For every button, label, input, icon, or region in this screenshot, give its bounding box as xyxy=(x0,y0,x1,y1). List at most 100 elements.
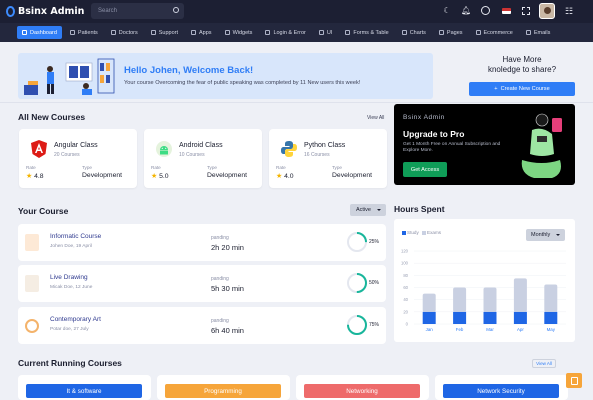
rate-value: ★ 4.8 xyxy=(26,173,44,180)
settings-icon[interactable]: ☷ xyxy=(564,6,574,16)
hours-spent-card: Study Exams Monthly 0 20 40 60 80 100 120 Jan Fe… xyxy=(394,219,575,342)
rate-value: ★ 5.0 xyxy=(151,173,169,180)
doctors-icon xyxy=(110,30,116,35)
bar-exams[interactable] xyxy=(544,284,558,312)
course-card[interactable]: Angular Class 20 Courses Rate ★ 4.8 Type … xyxy=(19,129,137,188)
rate-value: ★ 4.0 xyxy=(276,173,294,180)
bar-study[interactable] xyxy=(453,311,467,324)
search-placeholder: Search xyxy=(98,8,118,14)
y-tick-label: 80 xyxy=(403,273,408,278)
nav-apps[interactable]: Apps xyxy=(186,26,217,39)
course-card[interactable]: Android Class 10 Courses Rate ★ 5.0 Type … xyxy=(144,129,262,188)
welcome-banner: Hello Johen, Welcome Back! Your course O… xyxy=(18,53,433,99)
status-filter-dropdown[interactable]: Active xyxy=(350,204,386,216)
bar-study[interactable] xyxy=(422,311,436,324)
category-pill: It & software xyxy=(26,384,142,398)
course-progress-row[interactable]: Contemporary Art Potar doe, 27 July pand… xyxy=(18,307,386,344)
bar-exams[interactable] xyxy=(453,287,467,312)
pages-icon xyxy=(438,30,444,35)
nav-ecommerce[interactable]: Ecommerce xyxy=(471,26,518,39)
nav-pages[interactable]: Pages xyxy=(434,26,468,39)
create-course-button[interactable]: + Create New Course xyxy=(469,82,575,96)
category-pill: Network Security xyxy=(443,384,559,398)
hours-spent-title: Hours Spent xyxy=(394,204,445,214)
x-tick-label: Mar xyxy=(486,327,494,332)
nav-login-error[interactable]: Login & Error xyxy=(260,26,310,39)
category-pill: Programming xyxy=(165,384,281,398)
chat-icon[interactable] xyxy=(481,6,490,15)
course-name: Android Class xyxy=(179,142,223,149)
course-count: 10 Courses xyxy=(179,152,205,158)
type-value: Development xyxy=(82,172,123,179)
nav-dashboard[interactable]: Dashboard xyxy=(17,26,62,39)
course-progress-row[interactable]: Live Drawing Micak Doe, 12 June panding … xyxy=(18,265,386,302)
reading-illustration xyxy=(20,55,120,97)
rate-label: Rate xyxy=(151,165,161,170)
course-card[interactable]: Python Class 16 Courses Rate ★ 4.0 Type D… xyxy=(269,129,387,188)
customizer-button[interactable] xyxy=(566,373,582,388)
nav-charts[interactable]: Charts xyxy=(397,26,431,39)
x-tick-label: Jan xyxy=(426,327,434,332)
bar-study[interactable] xyxy=(513,311,527,324)
category-pill: Networking xyxy=(304,384,420,398)
progress-ring xyxy=(347,232,367,252)
share-prompt: Have More knoledge to share? xyxy=(470,55,574,75)
course-name: Contemporary Art xyxy=(50,316,101,323)
flag-icon[interactable] xyxy=(502,8,511,14)
running-course-card[interactable]: Networking xyxy=(296,375,429,400)
promo-title: Upgrade to Pro xyxy=(403,129,465,139)
moon-icon[interactable]: ☾ xyxy=(442,6,452,16)
fullscreen-icon[interactable] xyxy=(522,7,530,15)
course-progress-row[interactable]: Informatic Course Johen Doe, 19 April pa… xyxy=(18,224,386,261)
type-value: Development xyxy=(332,172,373,179)
nav-doctors[interactable]: Doctors xyxy=(106,26,143,39)
nav-support[interactable]: Support xyxy=(146,26,183,39)
star-icon: ★ xyxy=(276,173,283,180)
angular-icon xyxy=(31,140,47,158)
x-tick-label: May xyxy=(547,327,556,332)
course-count: 16 Courses xyxy=(304,152,330,158)
hours-bar-chart: 0 20 40 60 80 100 120 Jan Feb Mar Apr May xyxy=(401,249,566,332)
course-name: Informatic Course xyxy=(50,233,102,240)
forms-icon xyxy=(345,30,351,35)
progress-percent: 25% xyxy=(369,239,380,245)
nav-forms-table[interactable]: Forms & Table xyxy=(340,26,393,39)
person-with-phone-illustration xyxy=(521,113,562,178)
pending-label: panding xyxy=(211,276,229,282)
progress-percent: 75% xyxy=(369,322,380,328)
bar-exams[interactable] xyxy=(513,278,527,312)
bar-exams[interactable] xyxy=(483,287,497,312)
logo[interactable]: Bsinx Admin xyxy=(6,6,84,17)
bar-exams[interactable] xyxy=(422,293,436,312)
course-name: Angular Class xyxy=(54,142,98,149)
course-author: Micak Doe, 12 June xyxy=(50,285,93,290)
upgrade-promo-card: Bsinx Admin Upgrade to Pro Get 1 Month F… xyxy=(394,104,575,185)
all-new-courses-title: All New Courses xyxy=(18,112,86,122)
pending-time: 5h 30 min xyxy=(211,284,244,293)
divider xyxy=(0,102,593,103)
bar-study[interactable] xyxy=(483,311,497,324)
type-label: Type xyxy=(82,165,92,170)
running-course-card[interactable]: Programming xyxy=(157,375,290,400)
pending-time: 2h 20 min xyxy=(211,243,244,252)
search-input[interactable]: Search xyxy=(91,3,184,19)
nav-widgets[interactable]: Widgets xyxy=(220,26,258,39)
nav-emails[interactable]: Emails xyxy=(521,26,556,39)
nav-patients[interactable]: Patients xyxy=(65,26,103,39)
running-course-card[interactable]: Network Security xyxy=(435,375,568,400)
y-tick-label: 60 xyxy=(403,285,408,290)
y-tick-label: 120 xyxy=(401,249,409,254)
running-course-card[interactable]: It & software xyxy=(18,375,151,400)
star-icon: ★ xyxy=(26,173,33,180)
logo-icon xyxy=(6,6,15,17)
nav-ui[interactable]: UI xyxy=(314,26,338,39)
avatar[interactable] xyxy=(539,3,555,19)
bar-study[interactable] xyxy=(544,311,558,324)
view-all-running-link[interactable]: View All xyxy=(532,359,556,368)
get-access-button[interactable]: Get Access xyxy=(403,162,447,177)
view-all-courses-link[interactable]: View All xyxy=(367,115,384,121)
bell-icon[interactable]: 🔔︎ xyxy=(461,6,471,16)
course-author: Potar doe, 27 July xyxy=(50,327,89,332)
y-tick-label: 100 xyxy=(401,261,409,266)
search-icon[interactable] xyxy=(173,7,179,13)
